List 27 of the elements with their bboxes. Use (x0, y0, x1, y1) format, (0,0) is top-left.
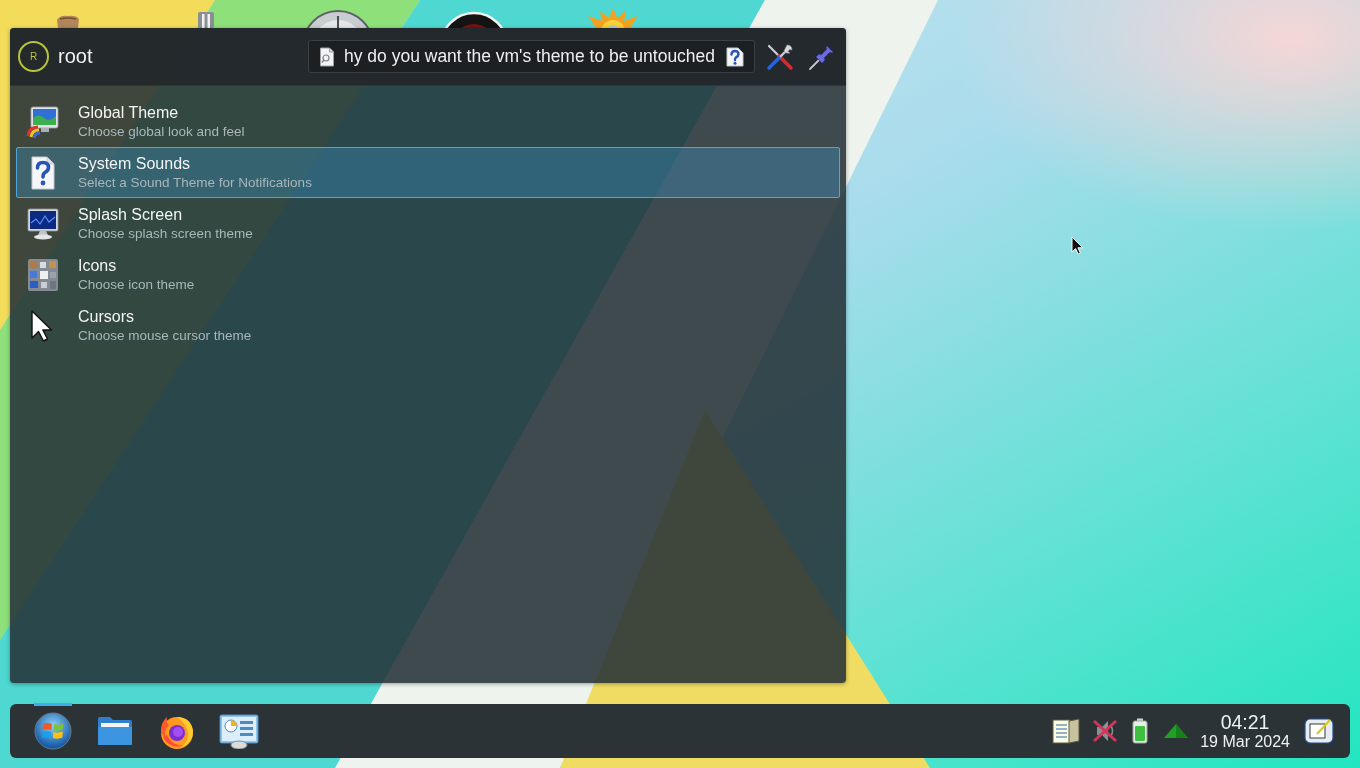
search-result[interactable]: System Sounds Select a Sound Theme for Notifications (16, 147, 840, 198)
clock-time[interactable]: 04:21 (1220, 711, 1270, 733)
mouse-pointer-icon (1071, 236, 1084, 255)
search-field[interactable]: hy do you want the vm's theme to be untouched (308, 40, 755, 73)
search-result[interactable]: Splash Screen Choose splash screen theme (16, 198, 840, 249)
search-result[interactable]: Cursors Choose mouse cursor theme (16, 300, 840, 351)
clock-date[interactable]: 19 Mar 2024 (1200, 732, 1290, 751)
search-result[interactable]: Icons Choose icon theme (16, 249, 840, 300)
monitor-palette-icon (26, 104, 60, 139)
search-result[interactable]: Global Theme Choose global look and feel (16, 96, 840, 147)
start-orb-icon[interactable] (34, 712, 72, 750)
dashboard-icon[interactable] (219, 713, 259, 749)
monitor-icon (26, 206, 60, 241)
folder-icon[interactable] (97, 716, 133, 746)
notebook-icon[interactable] (1051, 717, 1082, 745)
tools-icon[interactable] (766, 42, 794, 71)
pillar-icon[interactable] (197, 12, 215, 28)
triangle-icon[interactable] (1163, 723, 1190, 739)
battery-icon[interactable] (1132, 718, 1149, 744)
scroll-icon[interactable] (54, 14, 82, 28)
user-name: root (58, 45, 93, 68)
document-icon (319, 46, 335, 67)
user-avatar: R (18, 41, 49, 72)
speaker-muted-icon[interactable] (1091, 718, 1120, 744)
note-pen-icon[interactable] (1304, 717, 1334, 745)
icon-grid-icon (26, 257, 60, 292)
help-document-icon[interactable] (726, 46, 744, 67)
